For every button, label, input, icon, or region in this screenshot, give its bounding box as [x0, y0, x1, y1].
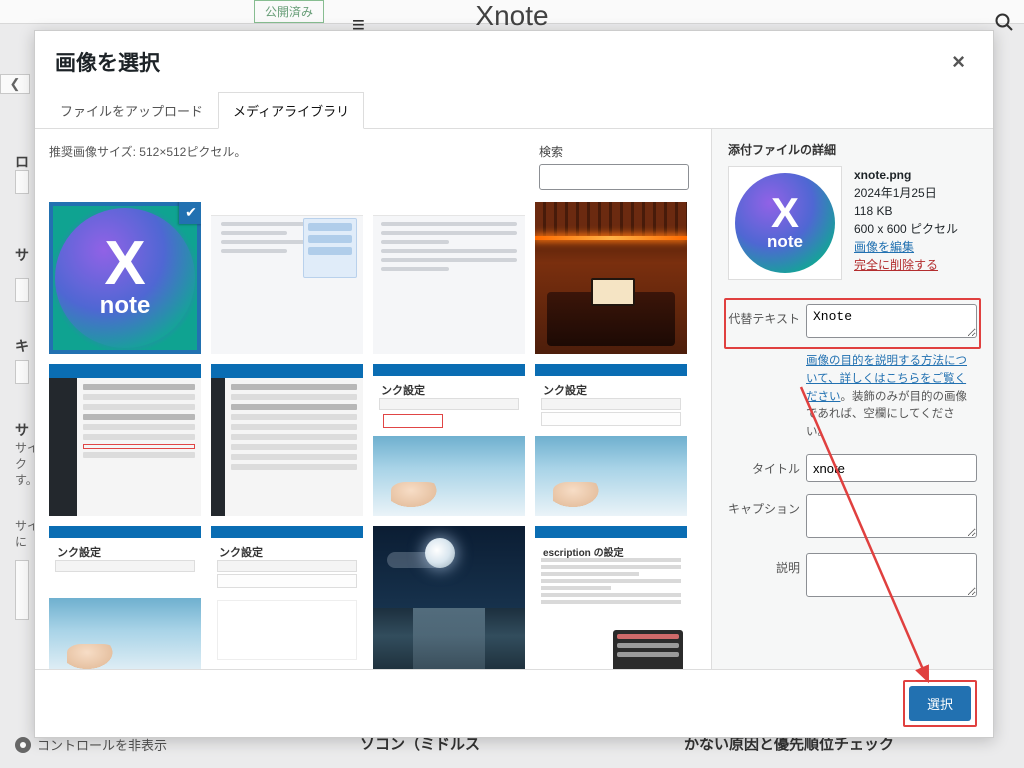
details-heading: 添付ファイルの詳細 [728, 141, 977, 158]
thumb-title: ンク設定 [57, 544, 101, 560]
media-item[interactable] [211, 202, 363, 354]
modal-title: 画像を選択 [55, 47, 160, 77]
details-thumbnail: Xnote [728, 166, 842, 280]
select-button[interactable]: 選択 [909, 686, 971, 721]
size-hint: 推奨画像サイズ: 512×512ピクセル。 [49, 143, 246, 160]
media-item[interactable]: ンク設定 [373, 364, 525, 516]
file-size: 118 KB [854, 202, 977, 220]
thumb-title: ンク設定 [543, 382, 587, 398]
media-item-xnote[interactable]: Xnote ✔ [49, 202, 201, 354]
attachment-details: 添付ファイルの詳細 Xnote xnote.png 2024年1月25日 118… [711, 129, 993, 669]
tab-upload[interactable]: ファイルをアップロード [45, 92, 218, 129]
caption-input[interactable] [806, 494, 977, 538]
media-item[interactable] [373, 202, 525, 354]
thumb-title: ンク設定 [381, 382, 425, 398]
media-item[interactable] [211, 364, 363, 516]
description-label: 説明 [728, 553, 800, 576]
alt-help-text: 画像の目的を説明する方法について、詳しくはこちらをご覧ください。装飾のみが目的の… [806, 353, 977, 442]
filename: xnote.png [854, 168, 911, 182]
media-item[interactable] [373, 526, 525, 669]
media-item[interactable]: escription の設定 [535, 526, 687, 669]
modal-header: 画像を選択 × [35, 31, 993, 91]
media-modal: 画像を選択 × ファイルをアップロード メディアライブラリ 推奨画像サイズ: 5… [34, 30, 994, 738]
media-area: 推奨画像サイズ: 512×512ピクセル。 検索 Xnote ✔ [35, 129, 711, 669]
check-icon: ✔ [179, 202, 201, 224]
title-input[interactable] [806, 454, 977, 482]
media-item[interactable]: ンク設定 [211, 526, 363, 669]
file-dimensions: 600 x 600 ピクセル [854, 220, 977, 238]
tab-media-library[interactable]: メディアライブラリ [218, 92, 364, 129]
thumb-title: escription の設定 [543, 544, 624, 559]
description-input[interactable] [806, 553, 977, 597]
search-input[interactable] [539, 164, 689, 190]
search-label: 検索 [539, 143, 689, 160]
media-item[interactable]: ンク設定 [535, 364, 687, 516]
caption-label: キャプション [728, 494, 800, 517]
title-label: タイトル [728, 454, 800, 477]
close-icon[interactable]: × [944, 45, 973, 79]
alt-text-highlight: 代替テキスト Xnote [724, 298, 981, 349]
alt-text-label: 代替テキスト [728, 304, 800, 327]
modal-tabs: ファイルをアップロード メディアライブラリ [35, 91, 993, 129]
media-item[interactable] [49, 364, 201, 516]
delete-link[interactable]: 完全に削除する [854, 258, 938, 272]
select-button-highlight: 選択 [903, 680, 977, 727]
edit-image-link[interactable]: 画像を編集 [854, 240, 914, 254]
alt-text-input[interactable]: Xnote [806, 304, 977, 338]
file-date: 2024年1月25日 [854, 184, 977, 202]
details-meta: xnote.png 2024年1月25日 118 KB 600 x 600 ピク… [854, 166, 977, 280]
media-item[interactable] [535, 202, 687, 354]
media-grid: Xnote ✔ [49, 202, 697, 669]
thumb-title: ンク設定 [219, 544, 263, 560]
modal-footer: 選択 [35, 669, 993, 737]
modal-body: 推奨画像サイズ: 512×512ピクセル。 検索 Xnote ✔ [35, 129, 993, 669]
media-item[interactable]: ンク設定 [49, 526, 201, 669]
